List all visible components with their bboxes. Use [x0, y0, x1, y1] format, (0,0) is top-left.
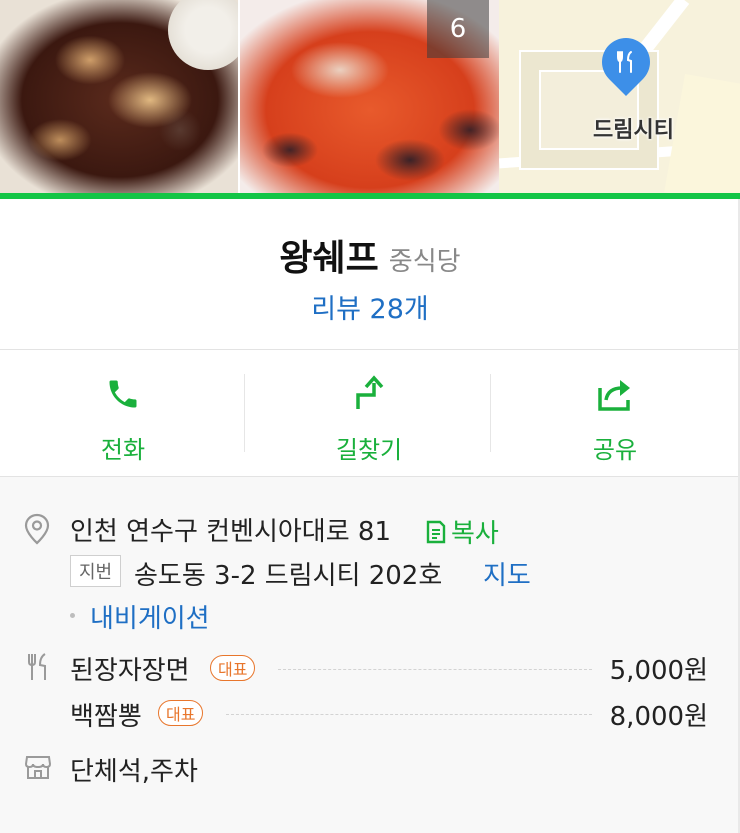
- road-address: 인천 연수구 컨벤시아대로 81: [70, 517, 391, 547]
- food-photo-1[interactable]: [0, 0, 238, 193]
- store-icon: [24, 753, 52, 785]
- directions-button[interactable]: 길찾기: [246, 350, 492, 476]
- photo-strip: 6 드림시티: [0, 0, 740, 193]
- menu-item-name: 백짬뽕: [70, 702, 142, 732]
- menu-item-price: 8,000원: [609, 702, 708, 732]
- location-pin-icon: [24, 513, 50, 549]
- share-label: 공유: [592, 436, 638, 464]
- jibeon-address: 송도동 3-2 드림시티 202호: [134, 561, 443, 591]
- food-photo-2[interactable]: 6: [240, 0, 499, 193]
- call-label: 전화: [100, 436, 146, 464]
- map-thumbnail[interactable]: 드림시티: [499, 0, 740, 193]
- plate-rim: [168, 0, 238, 70]
- map-place-label: 드림시티: [593, 118, 674, 143]
- directions-label: 길찾기: [335, 436, 403, 464]
- phone-icon: [105, 374, 141, 414]
- separator: [244, 374, 245, 452]
- signature-badge: 대표: [210, 655, 256, 681]
- call-button[interactable]: 전화: [0, 350, 246, 476]
- signature-badge: 대표: [158, 700, 204, 726]
- place-header: 왕쉐프 중식당 리뷰 28개: [0, 199, 740, 349]
- directions-icon: [352, 374, 386, 414]
- amenities-text: 단체석,주차: [70, 757, 198, 787]
- copy-address-button[interactable]: 복사: [425, 513, 499, 550]
- action-bar: 전화 길찾기 공유: [0, 350, 740, 476]
- menu-item-price: 5,000원: [609, 656, 708, 686]
- leader-line: [278, 669, 592, 670]
- navigation-link[interactable]: 내비게이션: [90, 598, 210, 635]
- place-name: 왕쉐프: [279, 238, 379, 279]
- photo-count-badge: 6: [427, 0, 489, 58]
- utensils-icon: [24, 652, 52, 686]
- share-icon: [596, 374, 634, 414]
- copy-label: 복사: [451, 519, 499, 549]
- details-panel: 인천 연수구 컨벤시아대로 81 복사 지번 송도동 3-2 드림시티 202호…: [0, 477, 740, 833]
- copy-icon: [426, 520, 446, 543]
- place-category: 중식당: [388, 247, 461, 277]
- leader-line: [226, 714, 592, 715]
- separator: [490, 374, 491, 452]
- jibeon-tag: 지번: [70, 555, 122, 587]
- reviews-link[interactable]: 리뷰 28개: [0, 287, 740, 326]
- share-button[interactable]: 공유: [492, 350, 738, 476]
- menu-item-name: 된장자장면: [70, 656, 190, 686]
- map-link[interactable]: 지도: [483, 555, 531, 592]
- bullet: [70, 613, 75, 618]
